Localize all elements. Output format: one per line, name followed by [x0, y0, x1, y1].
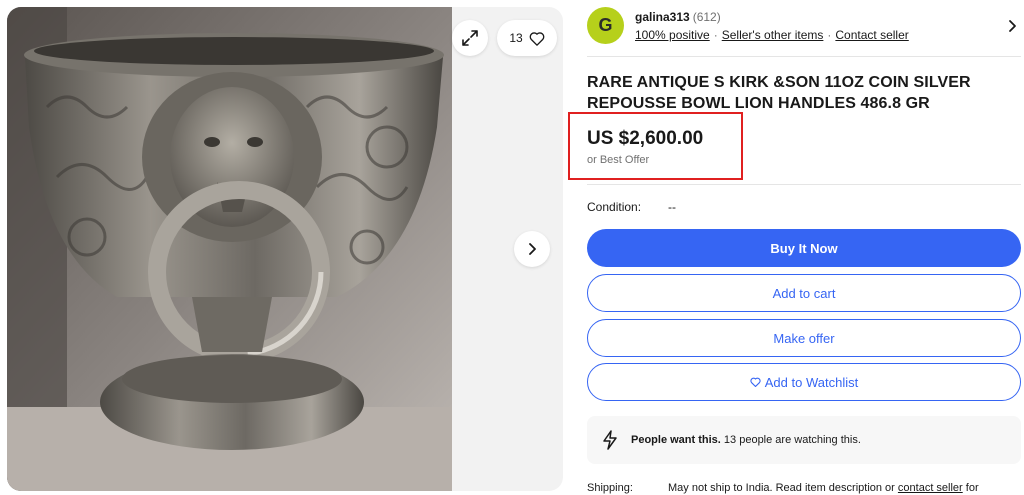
shipping-text: May not ship to India. Read item descrip…: [668, 482, 979, 494]
signal-detail-text: 13 people are watching this.: [723, 434, 861, 446]
seller-links: 100% positive · Seller's other items · Conta…: [635, 28, 909, 42]
separator-dot: ·: [713, 28, 718, 42]
chevron-right-icon[interactable]: [1007, 19, 1019, 33]
shipping-label: Shipping:: [587, 482, 633, 494]
separator-dot: ·: [827, 28, 832, 42]
next-image-button[interactable]: [514, 231, 550, 267]
signal-text: People want this. 13 people are watching…: [631, 434, 861, 446]
heart-icon: [529, 31, 545, 46]
condition-value: --: [668, 200, 676, 214]
image-gallery: 13: [7, 7, 563, 491]
item-photo[interactable]: [7, 7, 452, 491]
add-to-cart-button[interactable]: Add to cart: [587, 274, 1021, 312]
seller-positive-link[interactable]: 100% positive: [635, 28, 710, 42]
seller-name[interactable]: galina313 (612): [635, 10, 721, 24]
shipping-contact-seller-link[interactable]: contact seller: [898, 482, 963, 494]
price-highlight-box: [568, 112, 743, 180]
expand-icon: [462, 30, 478, 46]
lightning-icon: [603, 430, 617, 450]
watchers-signal: People want this. 13 people are watching…: [587, 416, 1021, 464]
add-to-watchlist-button[interactable]: Add to Watchlist: [587, 363, 1021, 401]
buy-it-now-button[interactable]: Buy It Now: [587, 229, 1021, 267]
shipping-text-after: for: [965, 482, 979, 494]
seller-username: galina313: [635, 10, 690, 24]
signal-strong-text: People want this.: [631, 434, 721, 446]
heart-icon: [750, 377, 761, 387]
chevron-right-icon: [529, 243, 536, 255]
condition-label: Condition:: [587, 200, 642, 214]
watch-count-button[interactable]: 13: [497, 20, 557, 56]
contact-seller-link[interactable]: Contact seller: [835, 28, 908, 42]
item-title: RARE ANTIQUE S KIRK &SON 11OZ COIN SILVE…: [587, 74, 971, 112]
seller-other-items-link[interactable]: Seller's other items: [722, 28, 824, 42]
expand-button[interactable]: [452, 20, 488, 56]
divider: [587, 56, 1021, 57]
add-to-watchlist-label: Add to Watchlist: [764, 374, 859, 390]
seller-card[interactable]: G galina313 (612) 100% positive · Seller's …: [587, 7, 1021, 51]
make-offer-button[interactable]: Make offer: [587, 319, 1021, 357]
watch-count: 13: [509, 31, 523, 45]
seller-avatar: G: [587, 7, 624, 44]
seller-feedback-count: (612): [692, 10, 721, 24]
shipping-text-before: May not ship to India. Read item descrip…: [668, 482, 895, 494]
divider: [587, 184, 1021, 185]
